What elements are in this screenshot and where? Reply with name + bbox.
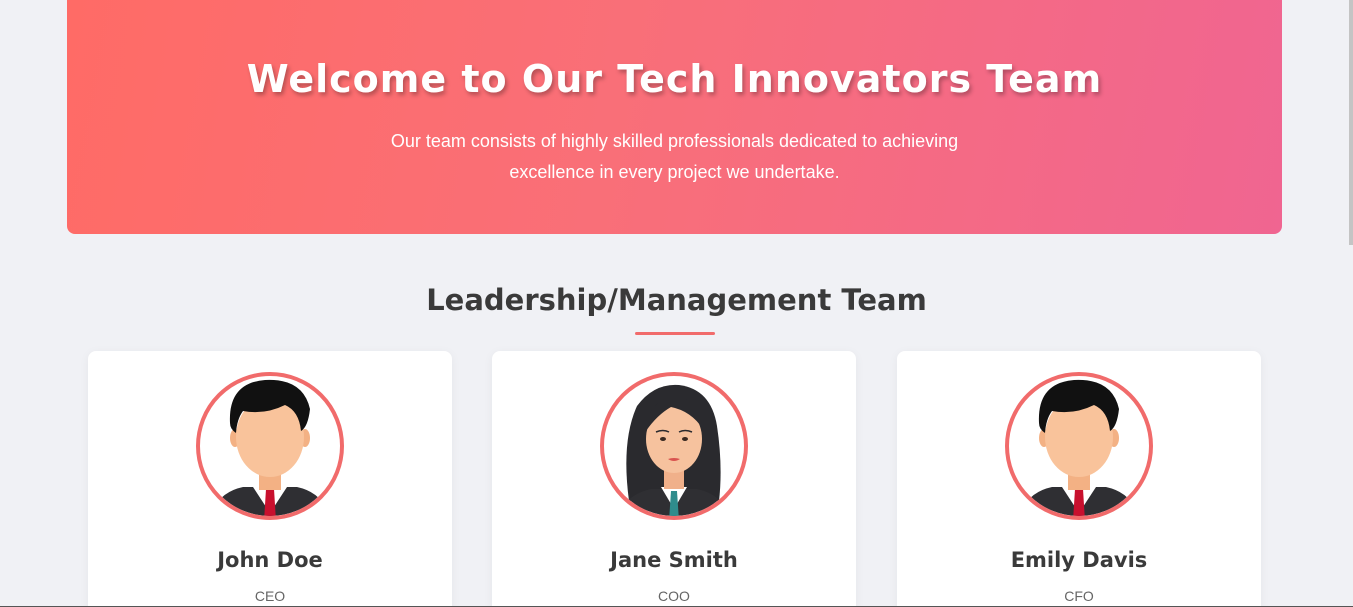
member-role: CEO <box>254 588 286 604</box>
member-role: CFO <box>1064 588 1094 604</box>
member-name: Jane Smith <box>610 548 738 572</box>
team-member-card: John Doe CEO <box>88 351 452 607</box>
member-role: COO <box>658 588 690 604</box>
section-underline <box>635 332 715 335</box>
section-title: Leadership/Management Team <box>426 283 927 317</box>
hero-banner: Welcome to Our Tech Innovators Team Our … <box>67 0 1282 234</box>
hero-title: Welcome to Our Tech Innovators Team <box>246 57 1103 101</box>
member-name: Emily Davis <box>1010 548 1148 572</box>
team-member-card: Emily Davis CFO <box>897 351 1261 607</box>
male-avatar-icon <box>1005 372 1153 520</box>
member-name: John Doe <box>217 548 323 572</box>
hero-description: Our team consists of highly skilled prof… <box>390 131 959 182</box>
male-avatar-icon <box>196 372 344 520</box>
team-member-card: Jane Smith COO <box>492 351 856 607</box>
female-avatar-icon <box>600 372 748 520</box>
scrollbar[interactable] <box>1349 0 1353 245</box>
page: Welcome to Our Tech Innovators Team Our … <box>0 0 1353 607</box>
